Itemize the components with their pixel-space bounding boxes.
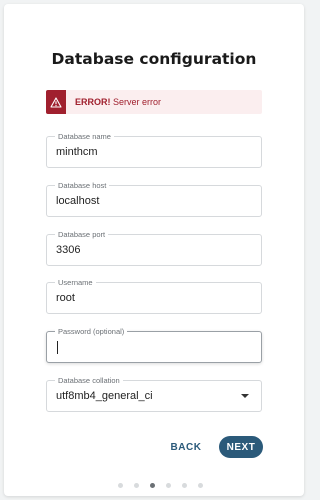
database-name-label: Database name: [55, 132, 114, 141]
text-caret: [57, 341, 58, 354]
username-value: root: [56, 292, 75, 304]
alert-message: Server error: [113, 97, 162, 107]
database-collation-select[interactable]: Database collation utf8mb4_general_ci: [46, 376, 262, 412]
step-dot-2[interactable]: [133, 483, 139, 488]
step-indicator: [0, 483, 320, 488]
username-field[interactable]: Username root: [46, 278, 262, 314]
page-title: Database configuration: [51, 50, 257, 68]
back-button[interactable]: BACK: [168, 436, 204, 458]
database-port-value: 3306: [56, 244, 81, 256]
step-dot-6[interactable]: [197, 483, 203, 488]
step-dot-4[interactable]: [165, 483, 171, 488]
password-field[interactable]: Password (optional): [46, 327, 262, 363]
database-port-label: Database port: [55, 230, 109, 239]
setup-card: Database configuration ERROR! Server err…: [4, 4, 304, 496]
database-collation-label: Database collation: [55, 376, 123, 385]
dropdown-arrow-icon[interactable]: [241, 394, 249, 398]
database-port-field[interactable]: Database port 3306: [46, 230, 262, 266]
alert-text: ERROR! Server error: [75, 97, 161, 107]
step-dot-1[interactable]: [117, 483, 123, 488]
step-dot-5[interactable]: [181, 483, 187, 488]
database-host-field[interactable]: Database host localhost: [46, 181, 262, 217]
next-button[interactable]: NEXT: [219, 436, 263, 458]
warning-triangle-icon: [46, 90, 66, 114]
error-alert: ERROR! Server error: [46, 90, 262, 114]
database-name-field[interactable]: Database name minthcm: [46, 132, 262, 168]
username-label: Username: [55, 278, 96, 287]
alert-prefix: ERROR!: [75, 97, 111, 107]
password-label: Password (optional): [55, 327, 128, 336]
database-collation-value: utf8mb4_general_ci: [56, 390, 153, 402]
database-host-value: localhost: [56, 195, 100, 207]
step-dot-3[interactable]: [149, 483, 155, 488]
database-name-value: minthcm: [56, 146, 98, 158]
database-host-label: Database host: [55, 181, 110, 190]
